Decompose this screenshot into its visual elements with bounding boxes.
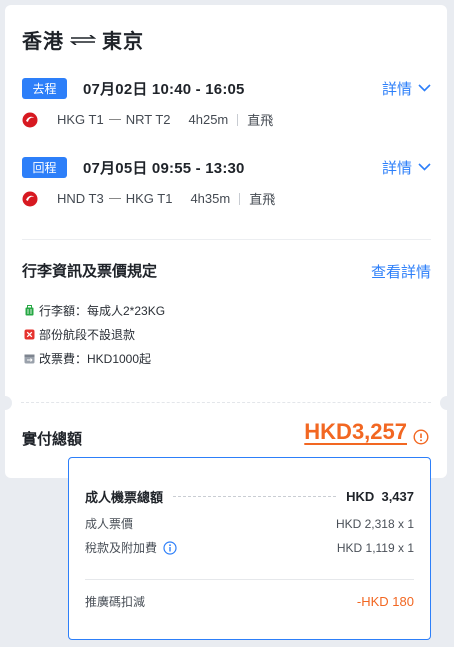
section-divider (22, 239, 431, 240)
total-label: 實付總額 (22, 431, 83, 448)
rule-refund: 部份航段不設退款 (24, 322, 165, 346)
return-details-button[interactable]: 詳情 (382, 157, 431, 178)
departure-airport: HKG T1 (57, 112, 104, 127)
route-line (108, 198, 121, 199)
breakdown-divider (85, 579, 414, 580)
airline-logo-icon (22, 112, 38, 127)
luggage-icon (25, 304, 34, 315)
adult-fare-row: 成人票價 HKD 2,318 x 1 (85, 515, 414, 532)
rule-text: 行李額：每成人2*23KG (39, 303, 166, 318)
promo-row: 推廣碼扣減 -HKD 180 (85, 593, 414, 610)
flight-duration: 4h35m (190, 191, 231, 206)
price-breakdown-popup: 成人機票總額 HKD 3,437 成人票價 HKD 2,318 x 1 稅款及附… (68, 457, 431, 640)
return-badge: 回程 (22, 156, 67, 178)
outbound-badge: 去程 (22, 77, 67, 99)
flight-type: 直飛 (247, 113, 274, 128)
outbound-details-button[interactable]: 詳情 (382, 78, 431, 99)
adult-fare-label: 成人票價 (85, 517, 134, 531)
outbound-segment: 去程 07月02日 10:40 - 16:05 詳情 HKG T1 NRT T2… (22, 76, 431, 129)
arrival-airport: HKG T1 (125, 191, 173, 206)
ticket-notch-left (0, 396, 12, 410)
return-datetime: 07月05日 09:55 - 13:30 (83, 159, 245, 177)
departure-airport: HND T3 (57, 191, 104, 206)
promo-value: -HKD 180 (356, 594, 414, 609)
details-label: 詳情 (381, 159, 412, 177)
change-ticket-icon (24, 354, 35, 363)
destination-city: 東京 (102, 31, 144, 53)
view-details-link[interactable]: 查看詳情 (371, 261, 431, 282)
origin-city: 香港 (22, 31, 64, 53)
flight-duration: 4h25m (188, 112, 229, 127)
return-segment: 回程 07月05日 09:55 - 13:30 詳情 HND T3 HKG T1… (22, 155, 431, 208)
dotted-leader (173, 496, 337, 497)
adult-fare-value: HKD 2,318 x 1 (335, 516, 414, 531)
info-icon[interactable] (163, 540, 177, 555)
total-amount[interactable]: HKD3,257 (304, 419, 407, 445)
divider (239, 192, 241, 205)
airline-logo-icon (22, 191, 38, 206)
adult-total-label: 成人機票總額 (85, 490, 164, 505)
promo-label: 推廣碼扣減 (85, 595, 146, 609)
rule-text: 部份航段不設退款 (39, 327, 136, 342)
outbound-datetime: 07月02日 10:40 - 16:05 (83, 80, 245, 98)
route-line (108, 119, 121, 120)
tax-row: 稅款及附加費 HKD 1,119 x 1 (85, 539, 414, 556)
chevron-down-icon (418, 163, 431, 171)
adult-total-value: HKD 3,437 (346, 489, 414, 504)
booking-summary-card: 香港 東京 去程 07月02日 10:40 - 16:05 詳情 HKG T1 … (0, 5, 454, 478)
chevron-down-icon (418, 84, 431, 92)
divider (237, 113, 239, 126)
round-trip-arrows-icon (70, 34, 96, 45)
flight-type: 直飛 (249, 192, 276, 207)
ticket-notch-right (440, 396, 454, 410)
baggage-title: 行李資訊及票價規定 (22, 263, 158, 280)
arrival-airport: NRT T2 (125, 112, 171, 127)
adult-total-row: 成人機票總額 HKD 3,437 (85, 487, 414, 506)
no-refund-icon (24, 329, 35, 339)
rule-baggage: 行李額：每成人2*23KG (24, 298, 165, 322)
fare-rules-list: 行李額：每成人2*23KG 部份航段不設退款 改票費：HKD1000起 (24, 298, 165, 370)
rule-change-fee: 改票費：HKD1000起 (24, 346, 165, 370)
details-label: 詳情 (381, 80, 412, 98)
rule-text: 改票費：HKD1000起 (39, 351, 152, 366)
tax-value: HKD 1,119 x 1 (336, 540, 414, 555)
ticket-perforation (21, 402, 431, 403)
tax-label: 稅款及附加費 (85, 541, 158, 555)
price-info-icon[interactable] (413, 429, 429, 445)
route-title: 香港 東京 (22, 25, 144, 54)
